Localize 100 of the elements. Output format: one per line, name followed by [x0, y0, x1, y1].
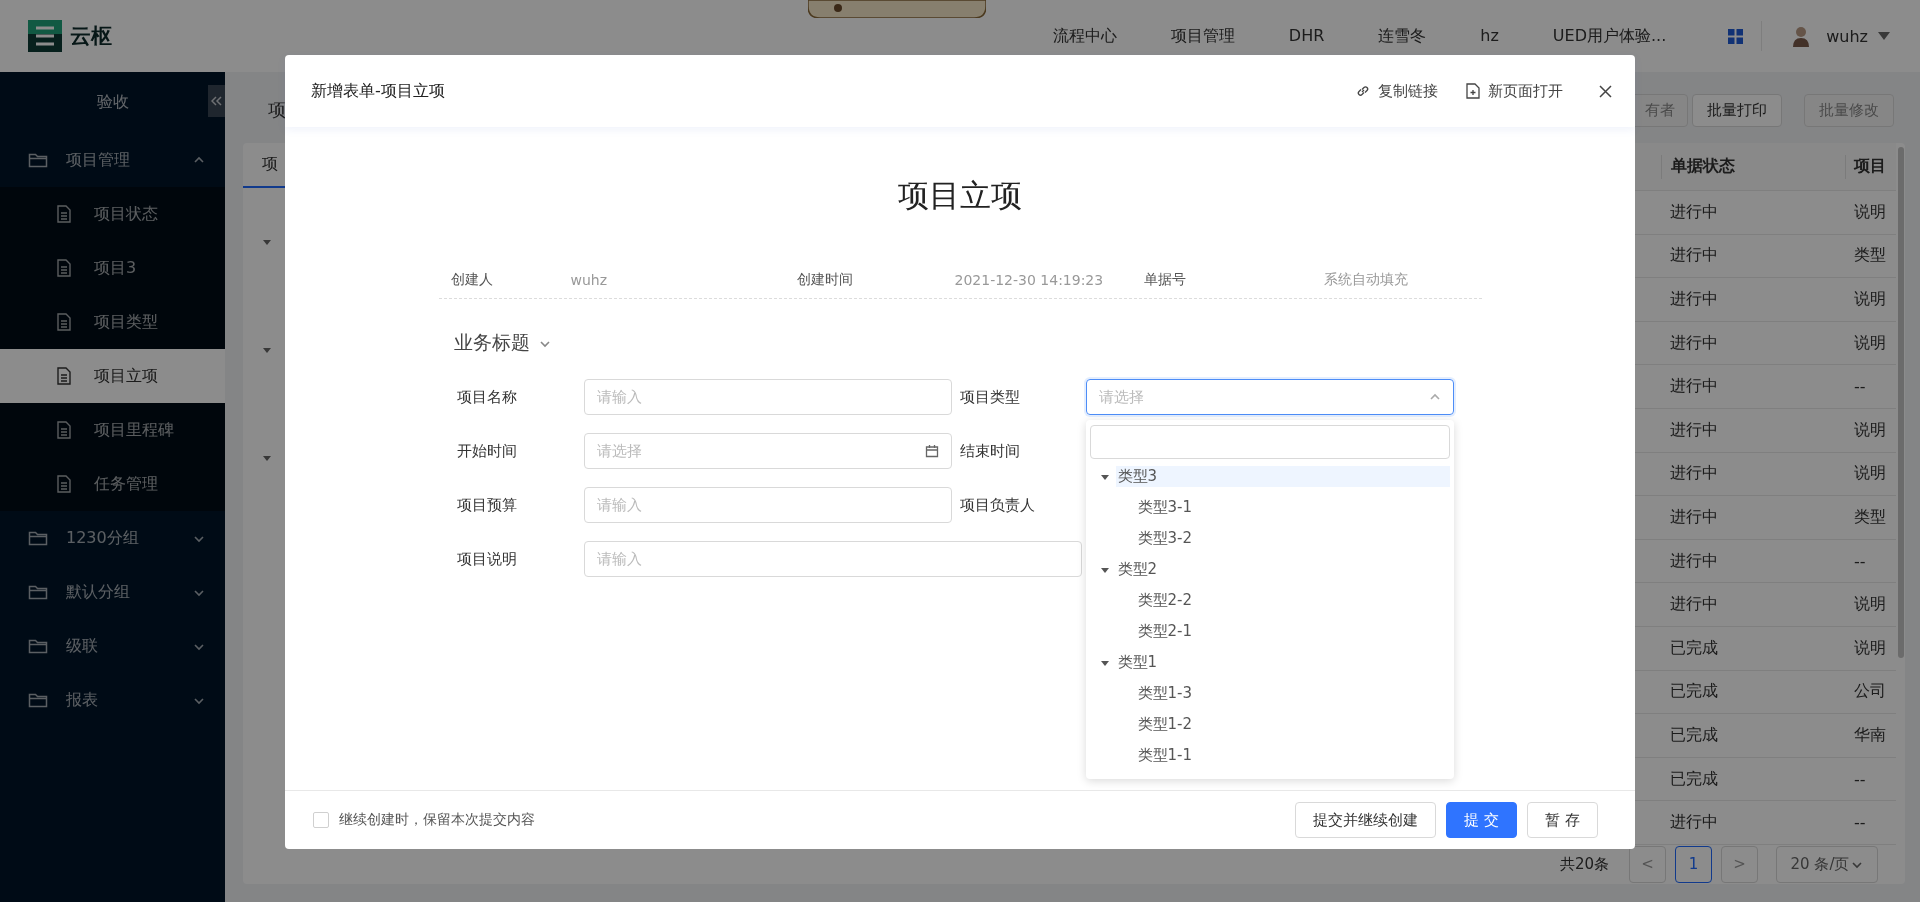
table-cell: 说明	[1854, 201, 1886, 223]
tree-option[interactable]: 类型1-2	[1089, 709, 1450, 740]
table-cell: 说明	[1854, 637, 1886, 659]
nav-link[interactable]: 项目管理	[1170, 25, 1235, 47]
table-cell: 已完成	[1670, 724, 1718, 746]
table-cell: 说明	[1854, 289, 1886, 310]
brand-name: 云枢	[70, 23, 112, 50]
table-cell: 进行中	[1670, 201, 1718, 223]
table-cell: 说明	[1854, 419, 1886, 441]
meta-label: 创建人	[450, 271, 494, 289]
close-button[interactable]	[1599, 84, 1612, 98]
tree-option[interactable]: 类型1-3	[1089, 678, 1450, 709]
form-title: 项目立项	[897, 176, 1023, 214]
tree-option[interactable]: 类型2	[1089, 554, 1450, 585]
table-cell: 进行中	[1670, 550, 1718, 572]
caret-down-icon[interactable]	[262, 345, 272, 355]
copy-link-button[interactable]: 复制链接	[1356, 81, 1438, 101]
meta-value: 2021-12-30 14:19:23	[954, 272, 1105, 288]
table-cell: 说明	[1854, 463, 1886, 485]
total-count: 共20条	[1559, 854, 1609, 874]
user-name[interactable]: wuhz	[1826, 26, 1868, 46]
caret-down-icon[interactable]	[262, 237, 272, 247]
table-cell: 进行中	[1670, 245, 1718, 267]
link-icon	[1356, 84, 1370, 98]
open-page-button[interactable]: 新页面打开	[1466, 81, 1563, 101]
checkbox-label: 继续创建时，保留本次提交内容	[339, 811, 535, 829]
table-cell: 进行中	[1670, 419, 1718, 441]
column-header: 项目	[1854, 156, 1886, 177]
table-cell: --	[1854, 769, 1866, 789]
nav-link[interactable]: hz	[1480, 25, 1499, 47]
document-icon	[57, 367, 71, 385]
table-cell: --	[1854, 813, 1866, 833]
table-cell: 进行中	[1670, 812, 1718, 834]
search-field[interactable]	[1089, 425, 1450, 459]
footer-button[interactable]: 暂 存	[1527, 802, 1598, 838]
field-label: 结束时间	[958, 440, 1021, 462]
meta-label: 创建时间	[796, 271, 854, 289]
nav-link[interactable]: DHR	[1288, 25, 1325, 47]
meta-label: 单据号	[1143, 271, 1187, 289]
page-button[interactable]: 1	[1675, 845, 1712, 883]
tree-option[interactable]: 类型3-1	[1089, 492, 1450, 523]
table-cell: 类型	[1854, 245, 1886, 267]
table-cell: 华南	[1854, 724, 1886, 746]
logo-icon	[28, 20, 62, 52]
menu-group[interactable]: 项目管理	[0, 133, 225, 187]
field-label: 项目名称	[456, 386, 518, 408]
sidebar-title: 验收	[95, 91, 130, 113]
tree-option[interactable]: 类型1-1	[1089, 740, 1450, 771]
page-size-select[interactable]: 20 条/页	[1776, 845, 1878, 883]
checkbox[interactable]	[313, 812, 329, 828]
tree-option[interactable]: 类型3-2	[1089, 523, 1450, 554]
page-title: 项	[268, 98, 286, 122]
footer-button[interactable]: 提交并继续创建	[1295, 802, 1437, 838]
field-label: 项目说明	[456, 548, 518, 570]
nav-link[interactable]: 流程中心	[1052, 25, 1117, 47]
collapse-button[interactable]	[208, 85, 225, 117]
submit-button[interactable]: 提 交	[1446, 802, 1518, 838]
meta-value: 系统自动填充	[1323, 271, 1409, 289]
field-label: 项目负责人	[958, 494, 1036, 516]
meta-value: wuhz	[570, 272, 609, 288]
scrollbar-thumb[interactable]	[1898, 147, 1904, 658]
table-cell: 进行中	[1670, 506, 1718, 528]
table-cell: 说明	[1854, 332, 1886, 354]
menu-item[interactable]: 任务管理	[0, 457, 225, 511]
table-cell: 类型	[1854, 506, 1886, 528]
calendar-icon	[924, 444, 939, 458]
menu-group[interactable]: 1230分组	[0, 511, 225, 565]
table-cell: 进行中	[1670, 289, 1718, 310]
field-label: 开始时间	[456, 440, 518, 462]
avatar-icon[interactable]	[1792, 25, 1811, 47]
menu-group[interactable]: 默认分组	[0, 565, 225, 619]
menu-group[interactable]: 报表	[0, 673, 225, 727]
column-header: 单据状态	[1671, 156, 1735, 177]
document-plus-icon	[1466, 83, 1480, 99]
caret-down-icon[interactable]	[1878, 32, 1890, 40]
nav-link[interactable]: 连雪冬	[1378, 25, 1427, 47]
menu-item[interactable]: 项目里程碑	[0, 403, 225, 457]
table-cell: 说明	[1854, 594, 1886, 616]
table-cell: 进行中	[1670, 463, 1718, 485]
toolbar-button[interactable]: 批量打印	[1692, 93, 1782, 127]
table-cell: 进行中	[1670, 332, 1718, 354]
menu-item[interactable]: 项目3	[0, 241, 225, 295]
app-grid-icon[interactable]	[1728, 28, 1744, 44]
tree-option[interactable]: 类型2-2	[1089, 585, 1450, 616]
table-cell: 已完成	[1670, 637, 1718, 659]
caret-down-icon[interactable]	[262, 453, 272, 463]
menu-item[interactable]: 项目状态	[0, 187, 225, 241]
double-chevron-icon	[211, 96, 222, 106]
table-cell: --	[1854, 377, 1866, 397]
menu-item[interactable]: 项目立项	[0, 349, 225, 403]
section-header[interactable]: 业务标题	[438, 328, 1482, 358]
table-cell: 公司	[1854, 681, 1886, 703]
tree-option[interactable]: 类型1	[1089, 647, 1450, 678]
menu-group[interactable]: 级联	[0, 619, 225, 673]
nav-link[interactable]: UED用户体验...	[1552, 25, 1667, 47]
table-cell: 已完成	[1670, 681, 1718, 703]
menu-item[interactable]: 项目类型	[0, 295, 225, 349]
dialog-title: 新增表单-项目立项	[311, 80, 445, 102]
tree-option[interactable]: 类型2-1	[1089, 616, 1450, 647]
table-cell: --	[1854, 551, 1866, 571]
